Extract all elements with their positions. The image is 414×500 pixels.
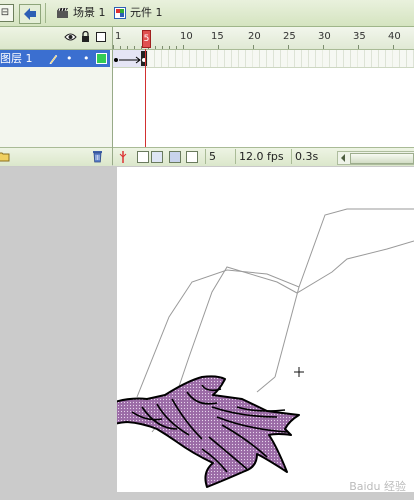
lock-icon[interactable]: [81, 31, 90, 43]
folder-icon[interactable]: [0, 151, 10, 162]
tween-arrow-icon: [114, 51, 147, 66]
breadcrumb-symbol[interactable]: 元件 1: [114, 4, 163, 22]
timeline-panel: 图层 1 • • 1 10 15 20 25 30 35 40 5 5 12.0…: [0, 27, 414, 166]
edit-multiple-frames-icon[interactable]: [169, 151, 181, 163]
ruler-label: 20: [248, 31, 261, 42]
frame-rate-field[interactable]: 12.0 fps: [235, 149, 292, 164]
ruler-label: 15: [211, 31, 224, 42]
playhead-frame-label: 5: [143, 34, 150, 44]
timeline-status-bar: 5 12.0 fps 0.3s: [113, 147, 414, 166]
ruler-label: 40: [388, 31, 401, 42]
elapsed-time-field: 0.3s: [291, 149, 332, 164]
ruler-label: 1: [115, 31, 122, 42]
layer-footer: [0, 147, 112, 166]
watermark-text: Baidu 经验: [349, 480, 406, 493]
ruler-label: 25: [283, 31, 296, 42]
ruler-label: 30: [318, 31, 331, 42]
registration-crosshair-icon: [294, 367, 304, 377]
scroll-left-arrow-icon[interactable]: [340, 154, 346, 162]
trash-icon[interactable]: [92, 150, 103, 163]
timeline-toggle-button[interactable]: ⊟: [0, 4, 14, 22]
graphic-symbol-icon: [114, 7, 126, 19]
onion-skin-icon[interactable]: [137, 151, 149, 163]
center-frame-icon[interactable]: [119, 151, 127, 163]
modify-onion-markers-icon[interactable]: [186, 151, 198, 163]
layer-row[interactable]: 图层 1 • •: [0, 50, 110, 67]
onion-skin-outline-back: [136, 208, 414, 398]
frame-ruler[interactable]: 1 10 15 20 25 30 35 40 5: [113, 27, 414, 50]
layer-outline-color-swatch[interactable]: [96, 53, 107, 64]
onion-skin-connector: [256, 376, 276, 393]
frames-area[interactable]: 1 10 15 20 25 30 35 40 5 5 12.0 fps 0.3s: [113, 27, 414, 166]
back-button[interactable]: [19, 4, 41, 24]
onion-skin-connector: [274, 286, 300, 378]
layer-visibility-dot[interactable]: •: [66, 50, 73, 67]
current-frame-field: 5: [205, 149, 236, 164]
onion-skin-outlines-icon[interactable]: [151, 151, 163, 163]
stage[interactable]: [84, 167, 414, 492]
frame-row[interactable]: [113, 50, 414, 68]
breadcrumb-symbol-label: 元件 1: [130, 6, 163, 19]
edit-bar: ⊟ 场景 1 元件 1: [0, 0, 414, 27]
toolbar-divider: [45, 3, 46, 23]
ruler-label: 10: [180, 31, 193, 42]
eye-icon[interactable]: [64, 32, 77, 42]
scroll-thumb[interactable]: [350, 153, 414, 164]
breadcrumb-scene-label: 场景 1: [73, 6, 106, 19]
pencil-icon: [49, 54, 58, 64]
bird-shape: [84, 375, 300, 488]
playhead[interactable]: 5: [142, 30, 151, 48]
scene-clapper-icon: [57, 7, 68, 18]
ruler-ticks: [113, 45, 394, 49]
shape-tween-span[interactable]: [113, 50, 147, 67]
timeline-horizontal-scrollbar[interactable]: [337, 151, 414, 165]
layer-lock-dot[interactable]: •: [83, 50, 90, 67]
layer-header: [0, 27, 112, 50]
stage-drawing: [84, 208, 414, 488]
playhead-line: [145, 49, 146, 147]
back-arrow-icon: [24, 8, 36, 20]
layer-name: 图层 1: [0, 52, 33, 65]
stage-area[interactable]: Baidu 经验: [0, 167, 414, 500]
watermark: Baidu 经验: [349, 478, 406, 494]
layer-panel: 图层 1 • •: [0, 27, 113, 166]
ruler-label: 35: [353, 31, 366, 42]
breadcrumb-scene[interactable]: 场景 1: [56, 4, 106, 22]
outline-icon[interactable]: [96, 32, 106, 42]
